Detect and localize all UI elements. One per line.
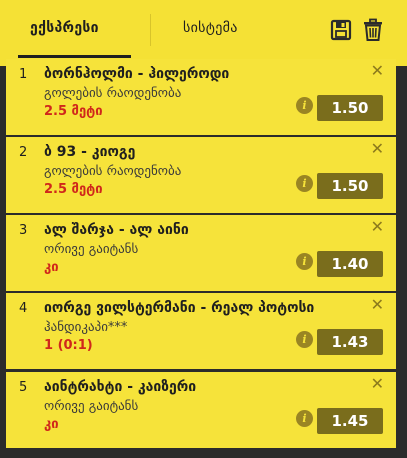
close-icon[interactable]: ✕ — [371, 217, 384, 236]
bet-match: იორგე ვილსტერმანი - რეალ პოტოსი — [44, 300, 315, 316]
bet-pick: კი — [44, 260, 59, 275]
bet-item: 4 იორგე ვილსტერმანი - რეალ პოტოსი ჰანდიკ… — [6, 293, 396, 369]
close-icon[interactable]: ✕ — [371, 295, 384, 314]
close-icon[interactable]: ✕ — [371, 374, 384, 393]
betslip-header: ექსპრესი სისტემა — [0, 0, 407, 66]
bet-item: 1 ბორნჰოლმი - ჰილეროდი გოლების რაოდენობა… — [6, 59, 396, 135]
bet-item: 3 ალ შარჯა - ალ აინი ორივე გაიტანს კი ✕ … — [6, 215, 396, 291]
bet-match: აინტრახტი - კაიზერი — [44, 379, 197, 395]
bet-number: 2 — [19, 145, 28, 160]
tab-divider — [150, 14, 151, 46]
info-icon[interactable]: i — [296, 97, 313, 114]
betslip-panel: ექსპრესი სისტემა 1 ბორნჰოლმი - ჰილეროდი … — [0, 0, 407, 458]
bet-match: ალ შარჯა - ალ აინი — [44, 222, 189, 238]
bet-market: გოლების რაოდენობა — [44, 86, 182, 101]
bet-match: ბორნჰოლმი - ჰილეროდი — [44, 66, 230, 82]
info-icon[interactable]: i — [296, 175, 313, 192]
bet-market: ორივე გაიტანს — [44, 399, 139, 414]
bet-pick: 2.5 მეტი — [44, 104, 103, 119]
bet-market: ორივე გაიტანს — [44, 242, 139, 257]
bet-pick: 1 (0:1) — [44, 338, 93, 353]
odds-value: 1.50 — [317, 173, 383, 199]
odds-value: 1.50 — [317, 95, 383, 121]
info-icon[interactable]: i — [296, 253, 313, 270]
close-icon[interactable]: ✕ — [371, 61, 384, 80]
bet-number: 3 — [19, 223, 28, 238]
bet-market: ჰანდიკაპი*** — [44, 320, 128, 335]
bet-pick: კი — [44, 417, 59, 432]
info-icon[interactable]: i — [296, 410, 313, 427]
bet-match: ბ 93 - კიოგე — [44, 144, 136, 160]
trash-icon[interactable] — [362, 18, 384, 42]
tab-express[interactable]: ექსპრესი — [30, 20, 99, 36]
odds-value: 1.45 — [317, 408, 383, 434]
bet-item: 5 აინტრახტი - კაიზერი ორივე გაიტანს კი ✕… — [6, 372, 396, 448]
bet-item: 2 ბ 93 - კიოგე გოლების რაოდენობა 2.5 მეტ… — [6, 137, 396, 213]
info-icon[interactable]: i — [296, 331, 313, 348]
tab-system[interactable]: სისტემა — [183, 20, 238, 36]
bet-pick: 2.5 მეტი — [44, 182, 103, 197]
odds-value: 1.40 — [317, 251, 383, 277]
bet-number: 5 — [19, 380, 28, 395]
close-icon[interactable]: ✕ — [371, 139, 384, 158]
active-tab-indicator — [18, 55, 131, 58]
save-icon[interactable] — [330, 18, 352, 42]
bet-market: გოლების რაოდენობა — [44, 164, 182, 179]
bet-number: 1 — [19, 67, 28, 82]
bet-number: 4 — [19, 301, 28, 316]
odds-value: 1.43 — [317, 329, 383, 355]
